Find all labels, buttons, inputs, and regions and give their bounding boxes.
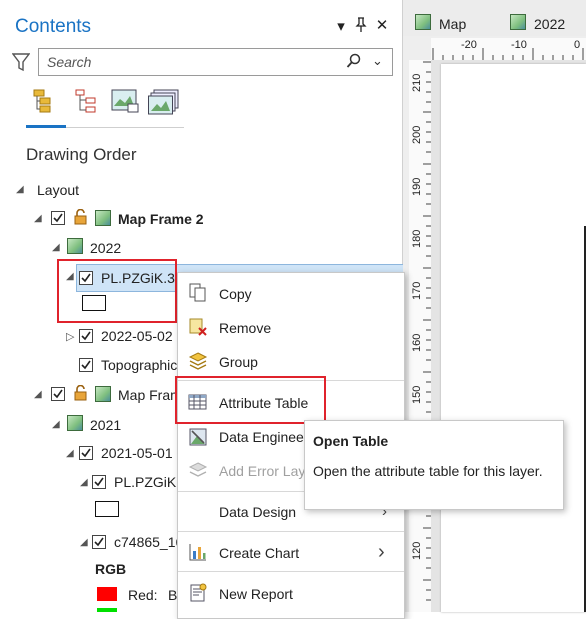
- tree-item-map-frame-2[interactable]: Map Frame 2: [118, 211, 204, 227]
- data-engineering-icon: [188, 427, 208, 452]
- menu-item-copy[interactable]: Copy: [219, 286, 252, 302]
- add-error-layers-icon: [188, 461, 208, 486]
- red-band-value: B: [168, 587, 178, 603]
- tree-item-2021-05-01[interactable]: 2021-05-01: [101, 445, 173, 461]
- ruler-top-label: 0: [574, 39, 581, 51]
- map-icon: [67, 238, 83, 254]
- layout-page[interactable]: [441, 64, 586, 612]
- copy-icon: [188, 283, 208, 308]
- visibility-checkbox[interactable]: [92, 475, 106, 489]
- map-view-area: Map 2022 -20 -10 0 210 200 190 180 170 1…: [403, 0, 586, 612]
- vertical-ruler: 210 200 190 180 170 160 150 140 130 120: [409, 60, 432, 612]
- highlight-box-attribute-table: [175, 376, 326, 424]
- red-band-label: Red:: [128, 587, 158, 603]
- search-dropdown-icon[interactable]: ⌄: [372, 53, 383, 69]
- group-icon: [188, 351, 208, 376]
- new-report-icon: [188, 583, 208, 608]
- tree-item-pl-pzgik[interactable]: PL.PZGiK.: [114, 474, 180, 490]
- horizontal-ruler: -20 -10 0: [431, 38, 586, 61]
- collapse-arrow-icon[interactable]: ◢: [80, 537, 88, 548]
- list-by-snapping-icon[interactable]: [148, 88, 180, 121]
- lock-icon[interactable]: [73, 384, 89, 401]
- search-icon[interactable]: [346, 53, 362, 74]
- search-box[interactable]: ⌄: [38, 48, 393, 76]
- map-frame-icon: [95, 386, 111, 402]
- menu-separator: [178, 531, 404, 532]
- tree-item-2022[interactable]: 2022: [90, 240, 121, 256]
- active-tab-indicator: [26, 125, 66, 128]
- green-band-swatch: [97, 608, 117, 612]
- expand-arrow-icon[interactable]: ▷: [66, 330, 74, 343]
- filter-icon[interactable]: [11, 52, 31, 77]
- visibility-checkbox[interactable]: [79, 358, 93, 372]
- remove-icon: [188, 317, 208, 342]
- tree-item-c74865[interactable]: c74865_16: [114, 534, 183, 550]
- list-by-selection-icon[interactable]: [110, 88, 140, 119]
- collapse-arrow-icon[interactable]: ◢: [34, 213, 42, 224]
- menu-item-create-chart[interactable]: Create Chart: [219, 545, 299, 561]
- list-by-source-icon[interactable]: [73, 88, 99, 119]
- search-input[interactable]: [45, 53, 339, 71]
- collapse-arrow-icon[interactable]: ◢: [80, 477, 88, 488]
- tree-item-topographic[interactable]: Topographic: [101, 357, 177, 373]
- pane-title: Contents: [15, 16, 92, 37]
- menu-item-remove[interactable]: Remove: [219, 320, 271, 336]
- menu-item-group[interactable]: Group: [219, 354, 258, 370]
- menu-separator: [178, 571, 404, 572]
- menu-item-new-report[interactable]: New Report: [219, 586, 293, 602]
- visibility-checkbox[interactable]: [51, 211, 65, 225]
- menu-item-data-engineering[interactable]: Data Enginee: [219, 429, 304, 445]
- ruler-top-label: -20: [461, 39, 477, 51]
- ruler-top-label: -10: [511, 39, 527, 51]
- pin-icon[interactable]: [352, 17, 370, 37]
- tree-item-2022-05-02[interactable]: 2022-05-02: [101, 328, 173, 344]
- visibility-checkbox[interactable]: [51, 387, 65, 401]
- collapse-arrow-icon[interactable]: ◢: [34, 389, 42, 400]
- lock-icon[interactable]: [73, 208, 89, 225]
- menu-item-data-design[interactable]: Data Design: [219, 504, 296, 520]
- visibility-checkbox[interactable]: [92, 535, 106, 549]
- visibility-checkbox[interactable]: [79, 446, 93, 460]
- tooltip-body: Open the attribute table for this layer.: [313, 463, 543, 479]
- menu-item-add-error-layers: Add Error Lay: [219, 463, 306, 479]
- visibility-checkbox[interactable]: [79, 329, 93, 343]
- collapse-arrow-icon[interactable]: ◢: [16, 184, 24, 195]
- close-icon[interactable]: ✕: [373, 16, 391, 34]
- pane-options-icon[interactable]: ▾: [332, 17, 350, 35]
- drawing-order-heading: Drawing Order: [26, 145, 137, 164]
- tooltip-title: Open Table: [313, 433, 389, 449]
- collapse-arrow-icon[interactable]: ◢: [52, 242, 60, 253]
- tree-item-layout[interactable]: Layout: [37, 182, 79, 198]
- symbol-swatch[interactable]: [95, 501, 119, 517]
- collapse-arrow-icon[interactable]: ◢: [52, 419, 60, 430]
- highlight-box-layer: [57, 259, 177, 323]
- tab-2022[interactable]: 2022: [534, 16, 565, 32]
- rgb-label: RGB: [95, 561, 127, 577]
- create-chart-icon: [188, 542, 208, 567]
- list-by-drawing-order-icon[interactable]: [32, 88, 58, 119]
- map-frame-icon: [95, 210, 111, 226]
- map-tab-icon: [415, 14, 431, 30]
- map-icon: [67, 415, 83, 431]
- tree-item-2021[interactable]: 2021: [90, 417, 121, 433]
- submenu-arrow-icon: ›: [378, 541, 385, 563]
- layout-tab-icon: [510, 14, 526, 30]
- tooltip: Open Table Open the attribute table for …: [304, 420, 564, 510]
- collapse-arrow-icon[interactable]: ◢: [66, 448, 74, 459]
- tab-map[interactable]: Map: [439, 16, 466, 32]
- red-band-swatch: [97, 587, 117, 601]
